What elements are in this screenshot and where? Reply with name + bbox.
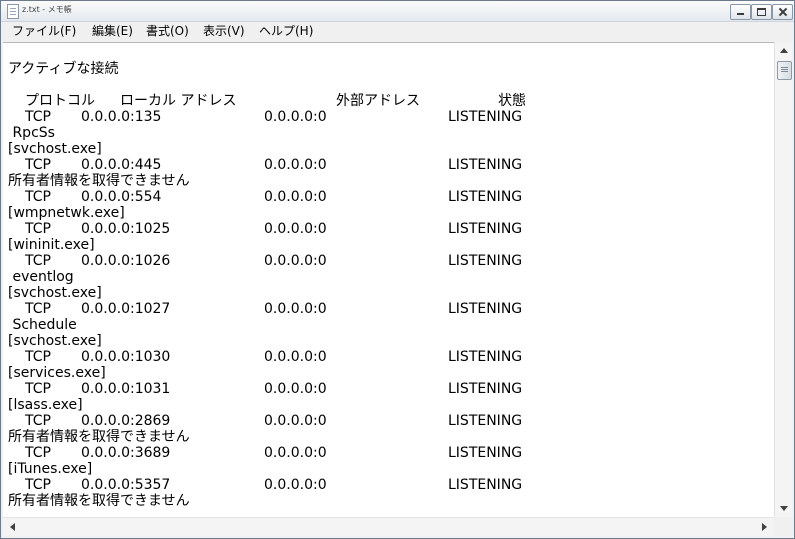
cell-local: 0.0.0.0:1027 — [81, 301, 171, 317]
cell-state: LISTENING — [448, 221, 523, 237]
col-local-address: ローカル アドレス — [120, 93, 237, 109]
cell-foreign: 0.0.0.0:0 — [264, 413, 327, 429]
text-line: Schedule — [8, 317, 77, 333]
cell-foreign: 0.0.0.0:0 — [264, 301, 327, 317]
text-line: 所有者情報を取得できません — [8, 493, 190, 509]
cell-proto: TCP — [25, 157, 51, 173]
text-line: 所有者情報を取得できません — [8, 429, 190, 445]
cell-proto: TCP — [25, 445, 51, 461]
scroll-up-icon[interactable] — [780, 48, 788, 53]
text-line: eventlog — [8, 269, 74, 285]
scroll-right-icon[interactable] — [762, 523, 767, 531]
scroll-down-icon[interactable] — [780, 506, 788, 511]
cell-foreign: 0.0.0.0:0 — [264, 189, 327, 205]
cell-foreign: 0.0.0.0:0 — [264, 253, 327, 269]
text-line: [svchost.exe] — [8, 141, 102, 157]
text-editor[interactable]: アクティブな接続 プロトコル ローカル アドレス 外部アドレス 状態 TCP 0.… — [3, 42, 774, 518]
scroll-thumb[interactable] — [777, 61, 792, 80]
cell-foreign: 0.0.0.0:0 — [264, 381, 327, 397]
cell-state: LISTENING — [448, 413, 523, 429]
menu-help[interactable]: ヘルプ(H) — [259, 23, 313, 39]
title-bar[interactable]: z.txt - メモ帳 — [1, 1, 794, 22]
cell-foreign: 0.0.0.0:0 — [264, 477, 327, 493]
heading-line: アクティブな接続 — [8, 61, 119, 77]
menu-edit[interactable]: 編集(E) — [92, 23, 133, 39]
window-title: z.txt - メモ帳 — [22, 5, 72, 14]
cell-foreign: 0.0.0.0:0 — [264, 349, 327, 365]
menu-bar: ファイル(F) 編集(E) 書式(O) 表示(V) ヘルプ(H) — [1, 22, 794, 41]
cell-foreign: 0.0.0.0:0 — [264, 221, 327, 237]
minimize-button[interactable] — [730, 4, 751, 20]
cell-foreign: 0.0.0.0:0 — [264, 157, 327, 173]
cell-state: LISTENING — [448, 189, 523, 205]
size-grip[interactable] — [774, 517, 792, 535]
text-line: [services.exe] — [8, 365, 106, 381]
cell-proto: TCP — [25, 301, 51, 317]
cell-proto: TCP — [25, 253, 51, 269]
col-state: 状態 — [498, 93, 526, 109]
cell-local: 0.0.0.0:554 — [81, 189, 162, 205]
text-line: [svchost.exe] — [8, 285, 102, 301]
cell-local: 0.0.0.0:445 — [81, 157, 162, 173]
maximize-button[interactable] — [751, 4, 772, 20]
cell-local: 0.0.0.0:1030 — [81, 349, 171, 365]
menu-file[interactable]: ファイル(F) — [12, 23, 76, 39]
cell-state: LISTENING — [448, 349, 523, 365]
cell-proto: TCP — [25, 189, 51, 205]
cell-local: 0.0.0.0:2869 — [81, 413, 171, 429]
cell-local: 0.0.0.0:1031 — [81, 381, 171, 397]
notepad-icon — [7, 4, 19, 19]
col-foreign-address: 外部アドレス — [336, 93, 420, 109]
cell-foreign: 0.0.0.0:0 — [264, 445, 327, 461]
text-line: 所有者情報を取得できません — [8, 173, 190, 189]
close-button[interactable] — [772, 4, 793, 20]
cell-foreign: 0.0.0.0:0 — [264, 109, 327, 125]
text-line: [iTunes.exe] — [8, 461, 93, 477]
cell-state: LISTENING — [448, 445, 523, 461]
cell-proto: TCP — [25, 109, 51, 125]
cell-state: LISTENING — [448, 381, 523, 397]
text-line: [lsass.exe] — [8, 397, 83, 413]
menu-format[interactable]: 書式(O) — [146, 23, 189, 39]
scroll-left-icon[interactable] — [10, 523, 15, 531]
col-protocol: プロトコル — [25, 93, 95, 109]
menu-view[interactable]: 表示(V) — [203, 23, 245, 39]
cell-proto: TCP — [25, 381, 51, 397]
cell-state: LISTENING — [448, 477, 523, 493]
cell-state: LISTENING — [448, 301, 523, 317]
cell-state: LISTENING — [448, 253, 523, 269]
cell-local: 0.0.0.0:1026 — [81, 253, 171, 269]
cell-local: 0.0.0.0:3689 — [81, 445, 171, 461]
text-line: RpcSs — [8, 125, 55, 141]
cell-local: 0.0.0.0:1025 — [81, 221, 171, 237]
horizontal-scrollbar[interactable] — [3, 517, 774, 536]
cell-proto: TCP — [25, 413, 51, 429]
cell-state: LISTENING — [448, 109, 523, 125]
cell-proto: TCP — [25, 477, 51, 493]
cell-local: 0.0.0.0:5357 — [81, 477, 171, 493]
notepad-window: z.txt - メモ帳 ファイル(F) 編集(E) 書式(O) 表示(V) ヘル… — [0, 0, 795, 539]
cell-local: 0.0.0.0:135 — [81, 109, 162, 125]
text-line: [wininit.exe] — [8, 237, 95, 253]
cell-proto: TCP — [25, 349, 51, 365]
cell-proto: TCP — [25, 221, 51, 237]
cell-state: LISTENING — [448, 157, 523, 173]
text-line: [svchost.exe] — [8, 333, 102, 349]
text-line: [wmpnetwk.exe] — [8, 205, 125, 221]
vertical-scrollbar[interactable] — [774, 42, 793, 517]
